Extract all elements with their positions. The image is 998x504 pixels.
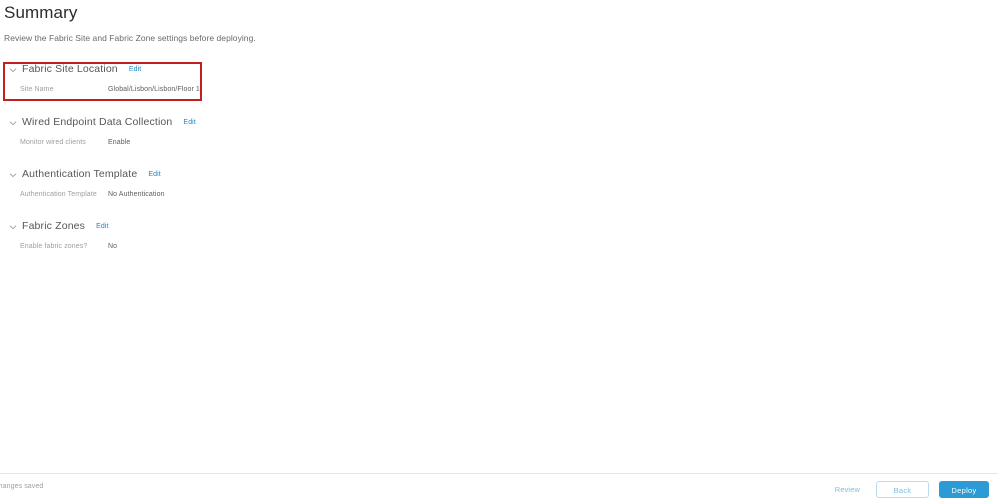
section-title: Wired Endpoint Data Collection [22, 116, 173, 128]
chevron-down-icon[interactable] [8, 118, 18, 128]
section-fabric-zones: Fabric Zones Edit Enable fabric zones? N… [0, 217, 998, 255]
edit-link-fabric-site-location[interactable]: Edit [129, 66, 141, 73]
edit-link-wired-endpoint-data-collection[interactable]: Edit [183, 119, 195, 126]
back-button[interactable]: Back [876, 480, 929, 498]
footer-actions: Review Back Deploy [829, 474, 992, 504]
section-body-wired-endpoint-data-collection: Monitor wired clients Enable [0, 139, 998, 151]
section-body-fabric-site-location: Site Name Global/Lisbon/Lisbon/Floor 1 [0, 86, 998, 98]
page-subtitle: Review the Fabric Site and Fabric Zone s… [4, 33, 256, 43]
edit-link-authentication-template[interactable]: Edit [148, 171, 160, 178]
section-title: Fabric Zones [22, 220, 86, 232]
detail-value: No [108, 243, 118, 250]
section-title: Authentication Template [22, 168, 138, 180]
summary-page: Summary Review the Fabric Site and Fabri… [0, 0, 998, 504]
section-header-fabric-site-location[interactable]: Fabric Site Location Edit [0, 60, 998, 78]
review-link[interactable]: Review [829, 485, 866, 494]
detail-value: No Authentication [108, 191, 165, 198]
section-body-authentication-template: Authentication Template No Authenticatio… [0, 191, 998, 203]
detail-value: Global/Lisbon/Lisbon/Floor 1 [108, 86, 200, 93]
detail-label: Monitor wired clients [20, 139, 86, 146]
page-title: Summary [4, 3, 78, 22]
detail-row: Site Name Global/Lisbon/Lisbon/Floor 1 [20, 86, 998, 98]
section-header-wired-endpoint-data-collection[interactable]: Wired Endpoint Data Collection Edit [0, 113, 998, 131]
chevron-down-icon[interactable] [8, 222, 18, 232]
section-wired-endpoint-data-collection: Wired Endpoint Data Collection Edit Moni… [0, 113, 998, 151]
section-title: Fabric Site Location [22, 63, 118, 75]
detail-value: Enable [108, 139, 131, 146]
section-body-fabric-zones: Enable fabric zones? No [0, 243, 998, 255]
detail-row: Authentication Template No Authenticatio… [20, 191, 998, 203]
chevron-down-icon[interactable] [8, 65, 18, 75]
deploy-button[interactable]: Deploy [939, 480, 989, 498]
detail-label: Site Name [20, 86, 54, 93]
detail-label: Enable fabric zones? [20, 243, 88, 250]
detail-row: Enable fabric zones? No [20, 243, 998, 255]
section-authentication-template: Authentication Template Edit Authenticat… [0, 165, 998, 203]
chevron-down-icon[interactable] [8, 170, 18, 180]
footer-bar: changes saved Review Back Deploy [0, 473, 998, 504]
section-header-fabric-zones[interactable]: Fabric Zones Edit [0, 217, 998, 235]
save-status-text: changes saved [0, 483, 44, 490]
section-fabric-site-location: Fabric Site Location Edit Site Name Glob… [0, 60, 998, 98]
detail-row: Monitor wired clients Enable [20, 139, 998, 151]
detail-label: Authentication Template [20, 191, 97, 198]
edit-link-fabric-zones[interactable]: Edit [96, 223, 108, 230]
section-header-authentication-template[interactable]: Authentication Template Edit [0, 165, 998, 183]
